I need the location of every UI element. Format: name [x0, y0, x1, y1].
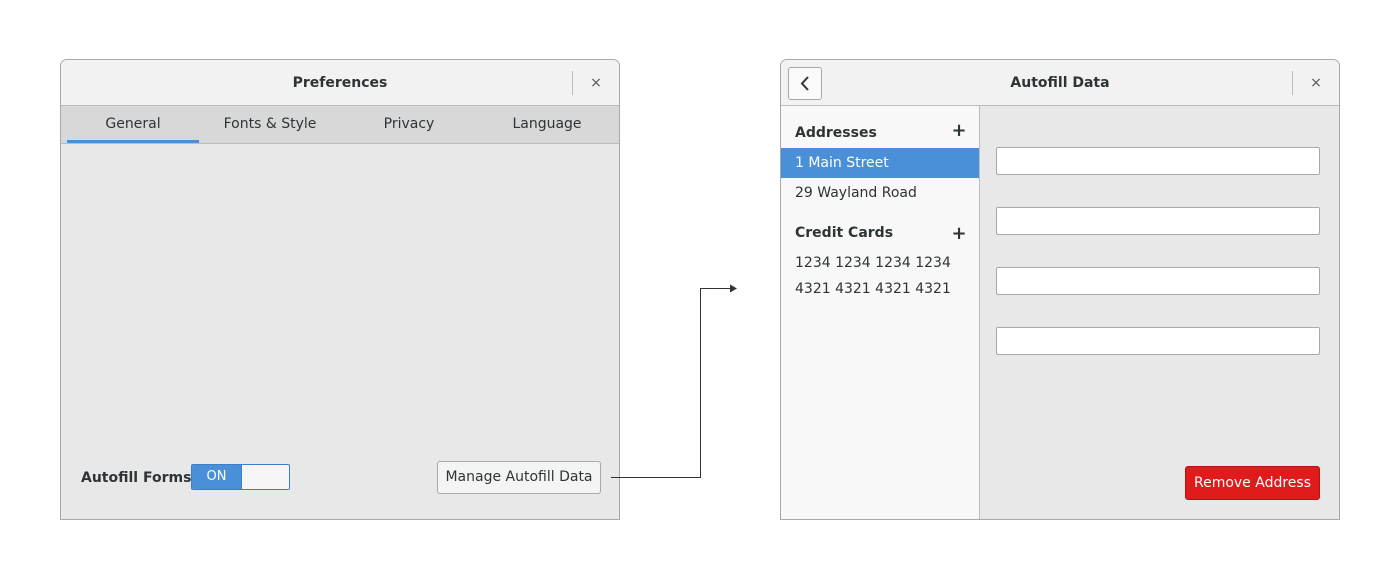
preferences-close-button[interactable]: ×: [584, 71, 608, 95]
tab-privacy[interactable]: Privacy: [343, 106, 475, 143]
add-credit-card-button[interactable]: +: [949, 224, 969, 244]
add-address-button[interactable]: +: [949, 121, 969, 141]
preferences-tab-bar: General Fonts & Style Privacy Language: [61, 106, 619, 144]
plus-icon: +: [951, 223, 967, 244]
address-item[interactable]: 29 Wayland Road: [781, 178, 979, 208]
preferences-window: Preferences × General Fonts & Style Priv…: [60, 59, 620, 520]
autofill-title: Autofill Data: [1010, 75, 1110, 91]
autofill-data-window: Autofill Data × Addresses + 1 Main Stree…: [780, 59, 1340, 520]
titlebar-separator: [1292, 71, 1293, 95]
switch-on-label: ON: [192, 465, 242, 489]
close-icon: ×: [590, 75, 602, 91]
addresses-heading: Addresses: [795, 125, 877, 141]
autofill-sidebar: Addresses + 1 Main Street 29 Wayland Roa…: [781, 106, 980, 519]
credit-cards-heading: Credit Cards: [795, 225, 894, 241]
preferences-titlebar: Preferences ×: [61, 60, 619, 106]
remove-address-button[interactable]: Remove Address: [1185, 466, 1320, 500]
address-item[interactable]: 1 Main Street: [781, 148, 979, 178]
address-field-4[interactable]: [996, 327, 1320, 355]
address-field-3[interactable]: [996, 267, 1320, 295]
credit-card-item[interactable]: 1234 1234 1234 1234: [795, 253, 951, 273]
credit-card-item[interactable]: 4321 4321 4321 4321: [795, 279, 951, 299]
autofill-forms-switch[interactable]: ON: [191, 464, 290, 490]
tab-fonts-style[interactable]: Fonts & Style: [204, 106, 336, 143]
manage-autofill-data-button[interactable]: Manage Autofill Data: [437, 461, 601, 494]
titlebar-separator: [572, 71, 573, 95]
preferences-title: Preferences: [292, 75, 388, 91]
autofill-titlebar: Autofill Data ×: [781, 60, 1339, 106]
tab-language[interactable]: Language: [481, 106, 613, 143]
address-field-2[interactable]: [996, 207, 1320, 235]
autofill-forms-label: Autofill Forms: [81, 470, 192, 486]
tab-general[interactable]: General: [67, 106, 199, 143]
autofill-close-button[interactable]: ×: [1304, 71, 1328, 95]
plus-icon: +: [951, 120, 967, 141]
close-icon: ×: [1310, 75, 1322, 91]
address-field-1[interactable]: [996, 147, 1320, 175]
